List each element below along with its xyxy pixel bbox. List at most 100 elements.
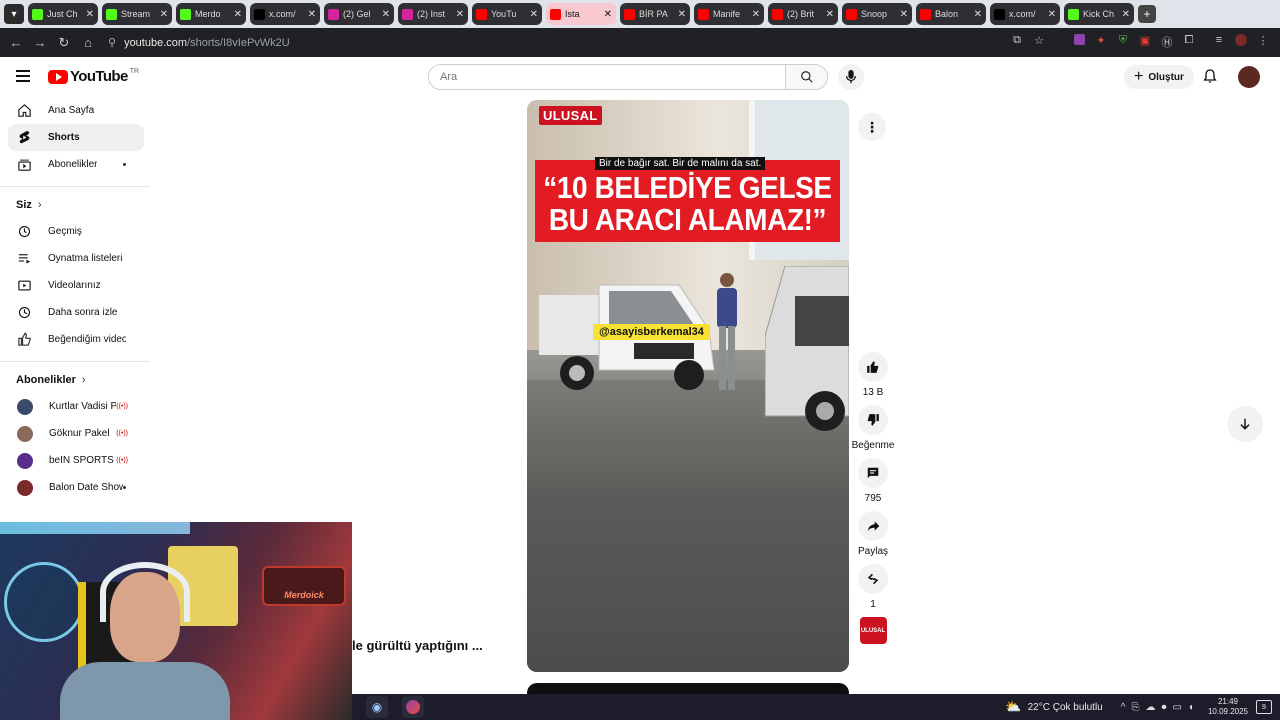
browser-tab[interactable]: BİR PA ✕: [620, 3, 690, 25]
short-actions: 13 B Beğenme 795 Paylaş 1 ULUSAL: [850, 352, 896, 644]
extension-h-icon[interactable]: Ⓗ: [1156, 34, 1178, 52]
like-action[interactable]: 13 B: [850, 352, 896, 399]
sidebar-item-label: Shorts: [48, 132, 80, 143]
browser-tab[interactable]: Snoop ✕: [842, 3, 912, 25]
profile-avatar-icon[interactable]: [1230, 33, 1252, 52]
browser-tab[interactable]: Just Ch ✕: [28, 3, 98, 25]
comments-button[interactable]: [858, 458, 888, 488]
tab-close-icon[interactable]: ✕: [308, 9, 316, 20]
sidebar-item-home[interactable]: Ana Sayfa: [0, 97, 144, 124]
browser-tab[interactable]: (2) Brit ✕: [768, 3, 838, 25]
browser-tab[interactable]: Merdo ✕: [176, 3, 246, 25]
search-input[interactable]: [429, 65, 785, 89]
back-icon[interactable]: ←: [4, 35, 28, 50]
sidebar-item-liked[interactable]: Beğendiğim videolar: [0, 326, 144, 353]
sidebar-subscription-item[interactable]: Göknur Pakel ((•)): [0, 420, 144, 447]
extension-purple-icon[interactable]: [1068, 33, 1090, 52]
taskbar-app-obs-icon[interactable]: [402, 696, 424, 718]
reading-list-icon[interactable]: ≡: [1208, 34, 1230, 52]
sidebar-subscription-item[interactable]: beIN SPORTS Tü...((•)): [0, 447, 144, 474]
tab-close-icon[interactable]: ✕: [752, 9, 760, 20]
dislike-action[interactable]: Beğenme: [850, 405, 896, 452]
tab-close-icon[interactable]: ✕: [900, 9, 908, 20]
search-button[interactable]: [785, 65, 827, 89]
tab-close-icon[interactable]: ✕: [456, 9, 464, 20]
account-avatar[interactable]: [1238, 66, 1260, 88]
tab-close-icon[interactable]: ✕: [604, 9, 612, 20]
tab-close-icon[interactable]: ✕: [826, 9, 834, 20]
site-info-icon[interactable]: ⚲: [108, 36, 116, 49]
youtube-logo[interactable]: YouTube TR: [48, 68, 139, 85]
browser-tab[interactable]: Stream ✕: [102, 3, 172, 25]
browser-tab[interactable]: Manife ✕: [694, 3, 764, 25]
bookmark-star-icon[interactable]: ☆: [1028, 34, 1050, 52]
browser-menu-icon[interactable]: ⋮: [1252, 34, 1274, 52]
tab-close-icon[interactable]: ✕: [160, 9, 168, 20]
sidebar-item-watch-later[interactable]: Daha sonra izle: [0, 299, 144, 326]
browser-tab[interactable]: YouTu ✕: [472, 3, 542, 25]
hamburger-menu-icon[interactable]: [16, 70, 30, 85]
browser-tab[interactable]: (2) Gel ✕: [324, 3, 394, 25]
install-app-icon[interactable]: ⧉: [1006, 34, 1028, 52]
tray-volume-icon[interactable]: ◖: [1188, 702, 1194, 713]
notifications-bell-icon[interactable]: [1202, 68, 1218, 89]
browser-tab[interactable]: x.com/ ✕: [250, 3, 320, 25]
tab-close-icon[interactable]: ✕: [234, 9, 242, 20]
taskbar-app-globe-icon[interactable]: ◉: [366, 696, 388, 718]
sidebar-item-playlists[interactable]: Oynatma listeleri: [0, 245, 144, 272]
notification-center-icon[interactable]: 9: [1256, 700, 1272, 714]
channel-avatar-badge[interactable]: ULUSAL: [859, 617, 887, 644]
search-box: [428, 64, 828, 90]
browser-tab[interactable]: x.com/ ✕: [990, 3, 1060, 25]
tab-close-icon[interactable]: ✕: [86, 9, 94, 20]
remix-action[interactable]: 1: [850, 564, 896, 611]
browser-tab[interactable]: (2) Inst ✕: [398, 3, 468, 25]
url-field[interactable]: ⚲ youtube.com/shorts/I8vIePvWk2U: [108, 32, 1006, 54]
comments-action[interactable]: 795: [850, 458, 896, 505]
tab-search-button[interactable]: ▾: [4, 4, 24, 24]
extension-red-icon[interactable]: ▣: [1134, 34, 1156, 52]
new-tab-button[interactable]: +: [1138, 5, 1156, 23]
sidebar-subscriptions-heading[interactable]: Abonelikler ›: [0, 366, 152, 393]
tab-close-icon[interactable]: ✕: [1048, 9, 1056, 20]
share-action[interactable]: Paylaş: [850, 511, 896, 558]
weather-widget[interactable]: ⛅ 22°C Çok bulutlu: [1005, 699, 1102, 715]
arrow-down-icon: [1240, 418, 1250, 430]
forward-icon[interactable]: →: [28, 35, 52, 50]
reload-icon[interactable]: ↻: [52, 35, 76, 51]
browser-tab[interactable]: Ista ✕: [546, 3, 616, 25]
tray-network-icon[interactable]: ▭: [1172, 702, 1181, 713]
remix-button[interactable]: [858, 564, 888, 594]
more-options-button[interactable]: ⋮: [858, 113, 886, 141]
tab-close-icon[interactable]: ✕: [382, 9, 390, 20]
tab-close-icon[interactable]: ✕: [678, 9, 686, 20]
tab-close-icon[interactable]: ✕: [974, 9, 982, 20]
sidebar-item-history[interactable]: Geçmiş: [0, 218, 144, 245]
home-button-icon[interactable]: ⌂: [76, 35, 100, 50]
sidebar-you-heading[interactable]: Siz ›: [0, 191, 152, 218]
next-video-button[interactable]: [1227, 406, 1263, 442]
taskbar-clock[interactable]: 21:49 10.09.2025: [1208, 697, 1248, 717]
tray-chevron-up-icon[interactable]: ^: [1121, 702, 1126, 713]
dislike-button[interactable]: [858, 405, 888, 435]
browser-tab[interactable]: Kick Ch ✕: [1064, 3, 1134, 25]
extension-shield-icon[interactable]: ⛨: [1112, 34, 1134, 52]
tab-close-icon[interactable]: ✕: [530, 9, 538, 20]
sidebar-item-your-videos[interactable]: Videolarınız: [0, 272, 144, 299]
tab-close-icon[interactable]: ✕: [1122, 9, 1130, 20]
share-button[interactable]: [858, 511, 888, 541]
extensions-puzzle-icon[interactable]: ⧠: [1178, 34, 1200, 52]
like-button[interactable]: [858, 352, 888, 382]
browser-tab[interactable]: Balon ✕: [916, 3, 986, 25]
extension-maple-icon[interactable]: ✦: [1090, 34, 1112, 52]
sidebar-item-shorts[interactable]: Shorts: [8, 124, 144, 151]
sidebar-subscription-item[interactable]: Balon Date Show: [0, 474, 144, 501]
sidebar-subscription-item[interactable]: Kurtlar Vadisi Pu...((•)): [0, 393, 144, 420]
sidebar-item-subscriptions[interactable]: Abonelikler: [0, 151, 144, 178]
tray-mic-icon[interactable]: ⏺: [1161, 702, 1166, 713]
tray-cloud-icon[interactable]: ☁: [1145, 702, 1155, 713]
voice-search-button[interactable]: [838, 64, 864, 90]
tray-app-icon[interactable]: ⎘: [1131, 702, 1139, 713]
short-video-player[interactable]: ULUSAL “10 BELEDİYE GELSE BU ARACI ALAMA…: [527, 100, 849, 672]
create-button[interactable]: + Oluştur: [1124, 65, 1194, 89]
